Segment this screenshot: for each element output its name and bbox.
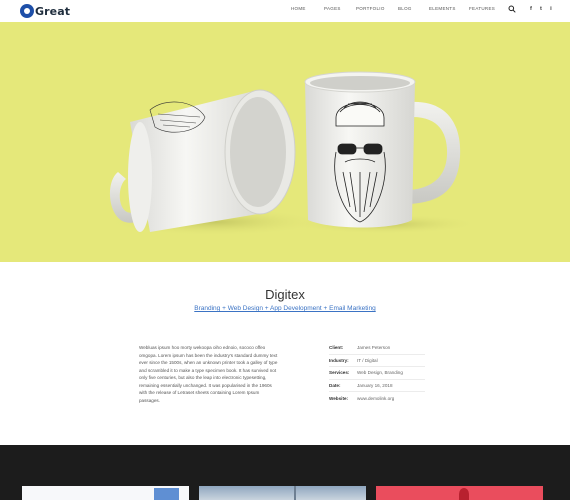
project-title: Digitex xyxy=(265,287,305,302)
nav-blog[interactable]: BLOG xyxy=(398,6,412,11)
project-description: Webluas ipsum hoo morty wekoopa oiho edn… xyxy=(139,345,278,403)
nav-features[interactable]: FEATURES xyxy=(469,6,495,11)
nav-pages[interactable]: PAGES xyxy=(324,6,341,11)
detail-key: Industry: xyxy=(329,357,349,363)
detail-key: Website: xyxy=(329,395,349,401)
detail-row-industry: Industry: IT / Digital xyxy=(329,355,425,367)
detail-key: Services: xyxy=(329,370,350,376)
detail-value: IT / Digital xyxy=(357,357,378,363)
related-project-thumb[interactable] xyxy=(376,486,543,500)
detail-row-date: Date: January 16, 2018 xyxy=(329,380,425,392)
detail-value: Web Design, Branding xyxy=(357,370,403,376)
thumb-graphic xyxy=(154,488,179,500)
project-categories-link[interactable]: Branding + Web Design + App Development … xyxy=(194,305,375,312)
instagram-icon[interactable]: i xyxy=(547,5,555,13)
nav-elements[interactable]: ELEMENTS xyxy=(429,6,456,11)
thumb-graphic xyxy=(459,488,469,500)
detail-value: January 16, 2018 xyxy=(357,382,393,388)
project-details: Client: James Peterson Industry: IT / Di… xyxy=(329,342,425,405)
nav-portfolio[interactable]: PORTFOLIO xyxy=(356,6,385,11)
detail-row-website: Website: www.demolink.org xyxy=(329,392,425,405)
lying-mug xyxy=(109,89,296,232)
hero-image xyxy=(0,22,570,262)
nav-home[interactable]: HOME xyxy=(291,6,306,11)
detail-row-client: Client: James Peterson xyxy=(329,342,425,355)
detail-row-services: Services: Web Design, Branding xyxy=(329,367,425,380)
site-header: Great HOME PAGES PORTFOLIO BLOG ELEMENTS… xyxy=(0,0,570,22)
twitter-icon[interactable]: t xyxy=(537,5,545,13)
detail-key: Client: xyxy=(329,345,344,351)
main-nav: HOME PAGES PORTFOLIO BLOG ELEMENTS FEATU… xyxy=(0,6,570,16)
related-project-thumb[interactable] xyxy=(22,486,189,500)
search-icon[interactable] xyxy=(508,5,516,13)
project-categories[interactable]: Branding + Web Design + App Development … xyxy=(0,305,570,312)
facebook-icon[interactable]: f xyxy=(527,5,535,13)
detail-key: Date: xyxy=(329,382,341,388)
mugs-illustration xyxy=(105,71,480,236)
website-link[interactable]: www.demolink.org xyxy=(357,396,394,401)
related-project-thumb[interactable] xyxy=(199,486,366,500)
standing-mug xyxy=(304,71,461,228)
thumb-graphic xyxy=(294,486,296,500)
detail-value: James Peterson xyxy=(357,345,391,351)
